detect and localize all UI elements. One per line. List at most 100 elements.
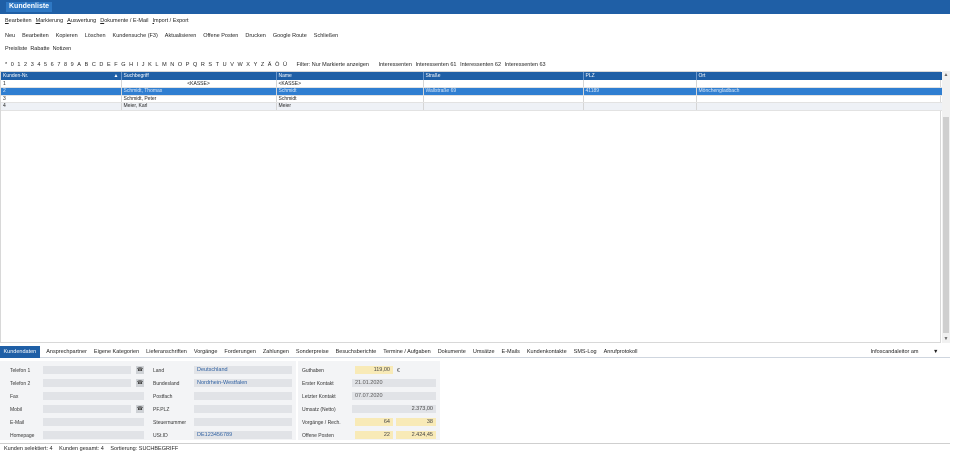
tab-eigene-kategorien[interactable]: Eigene Kategorien xyxy=(90,346,142,358)
tab-zahlungen[interactable]: Zahlungen xyxy=(259,346,292,358)
alphabet-filter-21[interactable]: K xyxy=(148,62,152,68)
filter-interessenten[interactable]: Interessenten xyxy=(379,62,412,68)
alphabet-filter-0[interactable]: * xyxy=(5,62,7,68)
table-row[interactable]: 1 <KASSE> <KASSE> xyxy=(1,80,943,88)
state-field[interactable]: Nordrhein-Westfalen xyxy=(194,379,292,387)
tax-number-field[interactable] xyxy=(194,418,292,426)
alphabet-filter-32[interactable]: V xyxy=(230,62,234,68)
table-row[interactable]: 4 Meier, Karl Meier xyxy=(1,102,943,111)
menu-dokumente[interactable]: Dokumente / E-Mail xyxy=(100,18,148,24)
scroll-down-icon[interactable]: ▼ xyxy=(942,335,950,343)
refresh-button[interactable]: Aktualisieren xyxy=(165,33,197,39)
copy-button[interactable]: Kopieren xyxy=(56,33,78,39)
alphabet-filter-17[interactable]: G xyxy=(121,62,125,68)
alphabet-filter-5[interactable]: 4 xyxy=(37,62,40,68)
info-scan-dropdown[interactable]: Infoscandaleitor am ▼ xyxy=(867,346,942,358)
alphabet-filter-23[interactable]: M xyxy=(162,62,167,68)
notes-button[interactable]: Notizen xyxy=(53,46,72,52)
alphabet-filter-28[interactable]: R xyxy=(201,62,205,68)
alphabet-filter-24[interactable]: N xyxy=(170,62,174,68)
po-box-zip-field[interactable] xyxy=(194,405,292,413)
alphabet-filter-39[interactable]: Ü xyxy=(283,62,287,68)
alphabet-filter-4[interactable]: 3 xyxy=(31,62,34,68)
alphabet-filter-1[interactable]: 0 xyxy=(11,62,14,68)
phone1-field[interactable] xyxy=(43,366,131,374)
filter-marked-only[interactable]: Filter: Nur Markierte anzeigen xyxy=(297,62,369,68)
filter-interessenten-63[interactable]: Interessenten 63 xyxy=(505,62,546,68)
filter-interessenten-62[interactable]: Interessenten 62 xyxy=(460,62,501,68)
tab-sonderpreise[interactable]: Sonderpreise xyxy=(292,346,332,358)
delete-button[interactable]: Löschen xyxy=(85,33,106,39)
close-button[interactable]: Schließen xyxy=(314,33,338,39)
alphabet-filter-37[interactable]: Ä xyxy=(268,62,272,68)
menu-markierung[interactable]: Markierung xyxy=(36,18,64,24)
column-header-suchbegriff[interactable]: Suchbegriff xyxy=(121,72,277,80)
dial-icon[interactable]: ☎ xyxy=(136,379,144,387)
alphabet-filter-8[interactable]: 7 xyxy=(57,62,60,68)
alphabet-filter-7[interactable]: 6 xyxy=(51,62,54,68)
tab-dokumente[interactable]: Dokumente xyxy=(434,346,469,358)
column-header-kunden-nr[interactable]: Kunden-Nr. ▲ xyxy=(1,72,122,80)
filter-interessenten-61[interactable]: Interessenten 61 xyxy=(415,62,456,68)
alphabet-filter-31[interactable]: U xyxy=(223,62,227,68)
column-header-plz[interactable]: PLZ xyxy=(583,72,697,80)
alphabet-filter-35[interactable]: Y xyxy=(254,62,258,68)
alphabet-filter-13[interactable]: C xyxy=(92,62,96,68)
open-items-button[interactable]: Offene Posten xyxy=(203,33,238,39)
alphabet-filter-10[interactable]: 9 xyxy=(71,62,74,68)
homepage-field[interactable] xyxy=(43,431,144,439)
alphabet-filter-6[interactable]: 5 xyxy=(44,62,47,68)
alphabet-filter-27[interactable]: Q xyxy=(193,62,197,68)
alphabet-filter-16[interactable]: F xyxy=(114,62,117,68)
price-list-button[interactable]: Preisliste xyxy=(5,46,27,52)
alphabet-filter-12[interactable]: B xyxy=(85,62,89,68)
tab-vorgaenge[interactable]: Vorgänge xyxy=(190,346,221,358)
alphabet-filter-29[interactable]: S xyxy=(208,62,212,68)
tab-emails[interactable]: E-Mails xyxy=(498,346,523,358)
new-button[interactable]: Neu xyxy=(5,33,15,39)
tab-umsaetze[interactable]: Umsätze xyxy=(469,346,498,358)
alphabet-filter-19[interactable]: I xyxy=(137,62,139,68)
discounts-button[interactable]: Rabatte xyxy=(30,46,49,52)
alphabet-filter-26[interactable]: P xyxy=(186,62,190,68)
alphabet-filter-30[interactable]: T xyxy=(216,62,219,68)
alphabet-filter-20[interactable]: J xyxy=(142,62,145,68)
vertical-scrollbar[interactable]: ▲ ▼ xyxy=(942,71,950,343)
tab-kundenkontakte[interactable]: Kundenkontakte xyxy=(523,346,570,358)
vat-id-field[interactable]: DE123456789 xyxy=(194,431,292,439)
tab-forderungen[interactable]: Forderungen xyxy=(221,346,260,358)
table-row[interactable]: 3 Schmidt, Peter Schmidt xyxy=(1,95,943,103)
alphabet-filter-3[interactable]: 2 xyxy=(24,62,27,68)
scrollbar-thumb[interactable] xyxy=(943,117,949,333)
po-box-field[interactable] xyxy=(194,392,292,400)
edit-button[interactable]: Bearbeiten xyxy=(22,33,49,39)
alphabet-filter-34[interactable]: X xyxy=(246,62,250,68)
alphabet-filter-22[interactable]: L xyxy=(155,62,158,68)
alphabet-filter-14[interactable]: D xyxy=(99,62,103,68)
tab-ansprechpartner[interactable]: Ansprechpartner xyxy=(43,346,91,358)
tab-kundendaten[interactable]: Kundendaten xyxy=(0,345,40,358)
scroll-up-icon[interactable]: ▲ xyxy=(942,71,950,79)
alphabet-filter-38[interactable]: Ö xyxy=(275,62,279,68)
alphabet-filter-25[interactable]: O xyxy=(178,62,182,68)
alphabet-filter-9[interactable]: 8 xyxy=(64,62,67,68)
column-header-ort[interactable]: Ort xyxy=(696,72,943,80)
google-route-button[interactable]: Google Route xyxy=(273,33,307,39)
mobile-field[interactable] xyxy=(43,405,131,413)
tab-sms-log[interactable]: SMS-Log xyxy=(570,346,600,358)
alphabet-filter-36[interactable]: Z xyxy=(261,62,264,68)
alphabet-filter-18[interactable]: H xyxy=(129,62,133,68)
tab-besuchsberichte[interactable]: Besuchsberichte xyxy=(332,346,380,358)
customer-search-button[interactable]: Kundensuche (F3) xyxy=(113,33,158,39)
alphabet-filter-15[interactable]: E xyxy=(107,62,111,68)
tab-anrufprotokoll[interactable]: Anrufprotokoll xyxy=(600,346,641,358)
fax-field[interactable] xyxy=(43,392,144,400)
menu-bearbeiten[interactable]: Bearbeiten xyxy=(5,18,32,24)
column-header-name[interactable]: Name xyxy=(276,72,424,80)
print-button[interactable]: Drucken xyxy=(245,33,265,39)
menu-import-export[interactable]: Import / Export xyxy=(153,18,189,24)
dial-icon[interactable]: ☎ xyxy=(136,405,144,413)
tab-termine-aufgaben[interactable]: Termine / Aufgaben xyxy=(380,346,434,358)
alphabet-filter-11[interactable]: A xyxy=(77,62,81,68)
phone2-field[interactable] xyxy=(43,379,131,387)
